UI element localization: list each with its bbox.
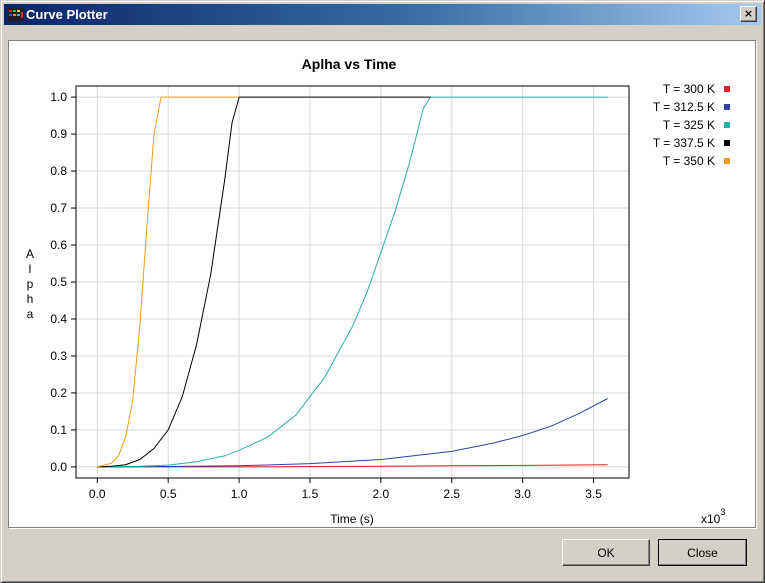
y-tick-label: 0.2 bbox=[50, 386, 67, 400]
grid-lines bbox=[76, 86, 629, 478]
ok-button[interactable]: OK bbox=[562, 539, 650, 566]
legend: T = 300 K T = 312.5 K T = 325 K T = 337.5 K… bbox=[653, 82, 730, 168]
y-tick-label: 0.4 bbox=[50, 312, 67, 326]
legend-swatch bbox=[724, 122, 730, 128]
curve-plotter-window: Curve Plotter × Aplha vs Time 0.0 0.5 1.0 1… bbox=[0, 0, 765, 583]
y-tick-label: 0.5 bbox=[50, 275, 67, 289]
legend-swatch bbox=[724, 140, 730, 146]
x-tick-label: 1.5 bbox=[302, 487, 319, 501]
x-tick-label: 3.5 bbox=[585, 487, 602, 501]
legend-label: T = 325 K bbox=[663, 118, 715, 132]
y-tick-label: 0.9 bbox=[50, 127, 67, 141]
series-line bbox=[97, 398, 608, 468]
window-close-button[interactable]: × bbox=[740, 6, 757, 22]
y-axis-label: Alpha bbox=[26, 247, 34, 321]
x-multiplier-base: x10 bbox=[701, 512, 721, 526]
y-axis-label-char: p bbox=[27, 277, 34, 291]
y-axis-label-char: A bbox=[26, 247, 34, 261]
plot-panel: Aplha vs Time 0.0 0.5 1.0 1.5 2.0 2.5 3.0 3.5 0… bbox=[8, 40, 756, 528]
y-tick-label: 0.7 bbox=[50, 201, 67, 215]
chart-title: Aplha vs Time bbox=[302, 56, 397, 72]
legend-swatch bbox=[724, 104, 730, 110]
x-multiplier-exponent: 3 bbox=[720, 507, 725, 517]
legend-swatch bbox=[724, 86, 730, 92]
legend-label: T = 312.5 K bbox=[653, 100, 715, 114]
x-tick-label: 1.0 bbox=[231, 487, 248, 501]
x-tick-label: 0.0 bbox=[89, 487, 106, 501]
x-axis-label: Time (s) bbox=[330, 512, 374, 526]
alpha-vs-time-chart: Aplha vs Time 0.0 0.5 1.0 1.5 2.0 2.5 3.0 3.5 0… bbox=[26, 56, 730, 526]
x-axis-ticks: 0.0 0.5 1.0 1.5 2.0 2.5 3.0 3.5 bbox=[89, 478, 602, 501]
legend-swatch bbox=[724, 158, 730, 164]
y-axis-label-char: a bbox=[27, 307, 34, 321]
y-tick-label: 0.0 bbox=[50, 460, 67, 474]
legend-label: T = 350 K bbox=[663, 154, 715, 168]
y-tick-label: 0.3 bbox=[50, 349, 67, 363]
x-tick-label: 0.5 bbox=[160, 487, 177, 501]
close-button[interactable]: Close bbox=[658, 539, 747, 566]
y-axis-label-char: h bbox=[27, 292, 34, 306]
y-tick-label: 0.8 bbox=[50, 164, 67, 178]
y-axis-label-char: l bbox=[29, 262, 32, 276]
x-tick-label: 2.0 bbox=[373, 487, 390, 501]
legend-label: T = 300 K bbox=[663, 82, 715, 96]
y-tick-label: 0.1 bbox=[50, 423, 67, 437]
window-title: Curve Plotter bbox=[26, 7, 108, 22]
x-tick-label: 3.0 bbox=[514, 487, 531, 501]
y-tick-label: 1.0 bbox=[50, 90, 67, 104]
x-multiplier-label: x103 bbox=[701, 507, 725, 526]
title-bar[interactable]: Curve Plotter × bbox=[4, 4, 761, 25]
app-icon bbox=[8, 8, 24, 21]
legend-label: T = 337.5 K bbox=[653, 136, 715, 150]
x-tick-label: 2.5 bbox=[443, 487, 460, 501]
y-axis-ticks: 0.0 0.1 0.2 0.3 0.4 0.5 0.6 0.7 0.8 0.9 1.0 bbox=[50, 90, 76, 474]
y-tick-label: 0.6 bbox=[50, 238, 67, 252]
